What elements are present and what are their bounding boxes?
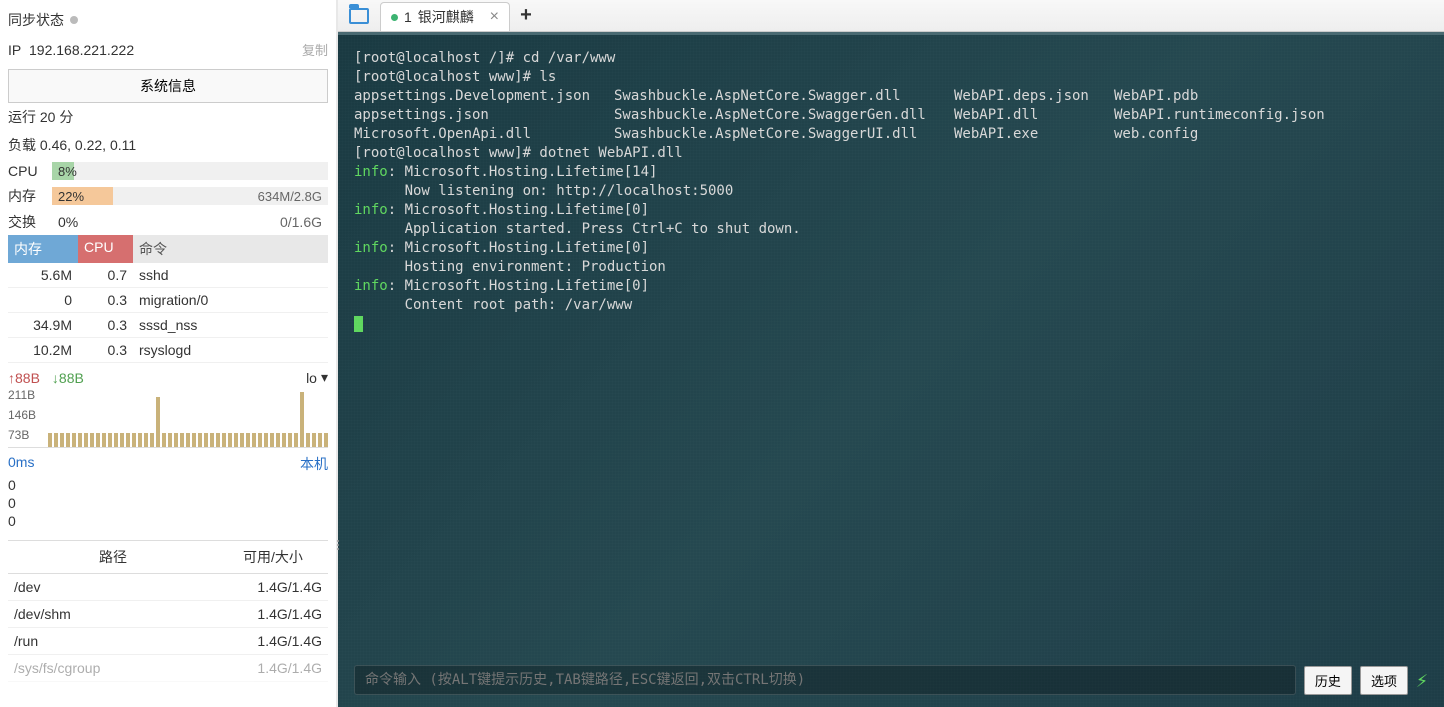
options-button[interactable]: 选项 (1360, 666, 1408, 695)
mem-row: 内存 22% 634M/2.8G (8, 183, 328, 209)
arrow-up-icon: ↑88B (8, 370, 40, 386)
swap-row: 交换 0% 0/1.6G (8, 209, 328, 235)
tab-bar: 1 银河麒麟 × + (338, 0, 1444, 32)
latency-value[interactable]: 0ms (8, 454, 34, 474)
sync-dot-icon (70, 16, 78, 24)
uptime: 运行 20 分 (8, 103, 328, 131)
col-cpu[interactable]: CPU (78, 235, 133, 263)
latency-host[interactable]: 本机 (300, 454, 328, 474)
table-row[interactable]: /dev1.4G/1.4G (8, 574, 328, 601)
table-row[interactable]: /sys/fs/cgroup1.4G/1.4G (8, 655, 328, 682)
system-info-button[interactable]: 系统信息 (8, 69, 328, 103)
close-icon[interactable]: × (490, 8, 499, 26)
status-dot-icon (391, 14, 398, 21)
tab-terminal[interactable]: 1 银河麒麟 × (380, 2, 510, 31)
latency-row: 0ms 本机 (8, 448, 328, 476)
sidebar: 同步状态 IP 192.168.221.222 复制 系统信息 运行 20 分 … (0, 0, 338, 707)
mem-bar: 22% 634M/2.8G (52, 187, 328, 205)
terminal-footer: 历史 选项 ⚡ (354, 665, 1428, 695)
cpu-row: CPU 8% (8, 159, 328, 183)
open-folder-button[interactable] (338, 0, 380, 31)
folder-icon (349, 8, 369, 24)
table-row[interactable]: 00.3migration/0 (8, 288, 328, 313)
disk-table-header: 路径 可用/大小 (8, 540, 328, 574)
terminal[interactable]: [root@localhost /]# cd /var/www [root@lo… (338, 32, 1444, 707)
arrow-down-icon: ↓88B (52, 370, 84, 386)
ip-row: IP 192.168.221.222 复制 (8, 34, 328, 69)
table-row[interactable]: 10.2M0.3rsyslogd (8, 338, 328, 363)
load-average: 负载 0.46, 0.22, 0.11 (8, 131, 328, 159)
chevron-down-icon: ▾ (321, 369, 328, 386)
add-tab-button[interactable]: + (510, 0, 542, 31)
latency-zeros: 000 (8, 476, 328, 530)
bolt-icon[interactable]: ⚡ (1416, 671, 1428, 690)
copy-button[interactable]: 复制 (302, 40, 328, 59)
sync-label: 同步状态 (8, 10, 64, 30)
splitter-handle[interactable] (335, 540, 341, 560)
network-stats: ↑88B ↓88B lo ▾ (8, 363, 328, 388)
process-table-header: 内存 CPU 命令 (8, 235, 328, 263)
command-input[interactable] (354, 665, 1296, 695)
table-row[interactable]: /run1.4G/1.4G (8, 628, 328, 655)
tab-title: 银河麒麟 (418, 7, 474, 27)
mem-label: 内存 (8, 186, 46, 206)
history-button[interactable]: 历史 (1304, 666, 1352, 695)
main-area: 1 银河麒麟 × + [root@localhost /]# cd /var/w… (338, 0, 1444, 707)
col-cmd[interactable]: 命令 (133, 235, 328, 263)
swap-label: 交换 (8, 212, 46, 232)
col-mem[interactable]: 内存 (8, 235, 78, 263)
cpu-label: CPU (8, 163, 46, 179)
table-row[interactable]: 34.9M0.3sssd_nss (8, 313, 328, 338)
cursor (354, 316, 363, 332)
cpu-bar: 8% (52, 162, 328, 180)
interface-selector[interactable]: lo ▾ (306, 369, 328, 386)
network-chart: 211B 146B 73B (8, 388, 328, 448)
ip-text: IP 192.168.221.222 (8, 42, 134, 58)
table-row[interactable]: /dev/shm1.4G/1.4G (8, 601, 328, 628)
table-row[interactable]: 5.6M0.7sshd (8, 263, 328, 288)
sync-status: 同步状态 (8, 6, 328, 34)
